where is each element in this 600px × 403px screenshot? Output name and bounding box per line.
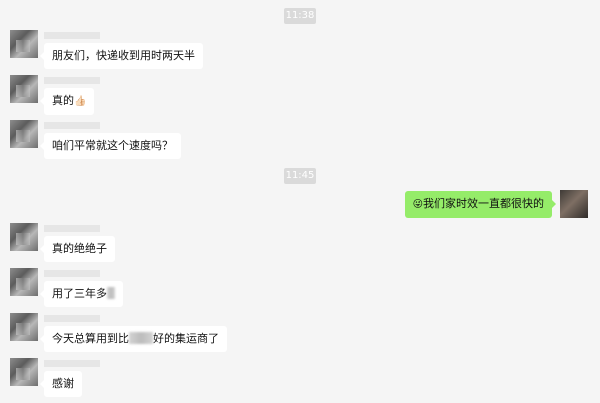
message-text: 今天总算用到比 bbox=[52, 332, 129, 345]
message-bubble[interactable]: 真的👍🏻 bbox=[39, 88, 95, 115]
message-bubble[interactable]: 朋友们，快递收到用时两天半 bbox=[40, 43, 203, 69]
message-text: 朋友们，快递收到用时两天半 bbox=[52, 49, 195, 62]
timestamp: 11:38 bbox=[284, 8, 316, 24]
avatar[interactable] bbox=[10, 75, 38, 103]
message-text: 真的 bbox=[52, 94, 74, 107]
avatar[interactable] bbox=[10, 30, 38, 58]
sender-name-redacted bbox=[44, 77, 100, 84]
message-text: 真的绝绝子 bbox=[52, 242, 107, 255]
redacted-text bbox=[107, 287, 115, 299]
winking-face-icon: 😜 bbox=[412, 199, 423, 210]
message-bubble[interactable]: 咱们平常就这个速度吗？ bbox=[40, 133, 181, 159]
timestamp: 11:45 bbox=[284, 168, 316, 184]
redacted-text bbox=[129, 332, 153, 344]
thumbs-up-icon: 👍🏻 bbox=[74, 96, 87, 107]
message-bubble[interactable]: 感谢 bbox=[40, 371, 82, 397]
message-text: 我们家时效一直都很快的 bbox=[423, 197, 544, 210]
avatar[interactable] bbox=[10, 120, 38, 148]
sender-name-redacted bbox=[44, 32, 100, 39]
avatar[interactable] bbox=[10, 313, 38, 341]
avatar[interactable] bbox=[560, 190, 588, 218]
message-text: 好的集运商了 bbox=[153, 332, 219, 345]
sender-name-redacted bbox=[44, 225, 100, 232]
message-bubble[interactable]: 用了三年多 bbox=[40, 281, 123, 307]
message-bubble[interactable]: 真的绝绝子 bbox=[40, 236, 115, 262]
sender-name-redacted bbox=[44, 270, 100, 277]
message-text: 咱们平常就这个速度吗？ bbox=[52, 139, 173, 152]
message-text: 用了三年多 bbox=[52, 287, 107, 300]
message-bubble[interactable]: 今天总算用到比 好的集运商了 bbox=[40, 326, 227, 352]
chat-window: 11:38 朋友们，快递收到用时两天半 真的👍🏻 咱们平常就这个速度吗？ 11:… bbox=[0, 0, 600, 403]
message-bubble[interactable]: 😜我们家时效一直都很快的 bbox=[404, 191, 557, 218]
avatar[interactable] bbox=[10, 268, 38, 296]
avatar[interactable] bbox=[10, 223, 38, 251]
sender-name-redacted bbox=[44, 360, 100, 367]
sender-name-redacted bbox=[44, 122, 100, 129]
sender-name-redacted bbox=[44, 315, 100, 322]
avatar[interactable] bbox=[10, 358, 38, 386]
message-text: 感谢 bbox=[52, 377, 74, 390]
